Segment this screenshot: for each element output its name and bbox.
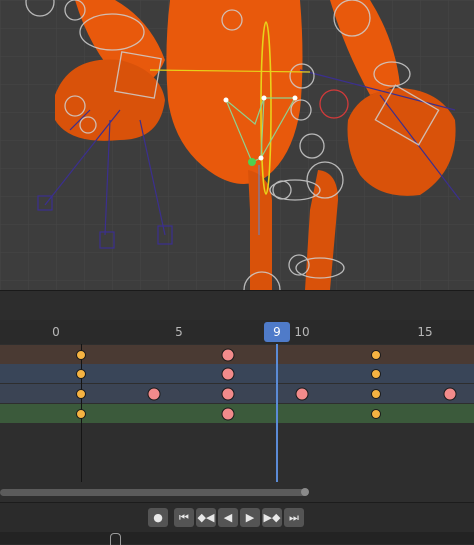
ruler-label: 10 [294,325,310,339]
area-divider[interactable] [0,290,474,321]
scrollbar-handle[interactable] [301,488,309,496]
keyframe[interactable] [147,387,161,401]
keyframe[interactable] [295,387,309,401]
next-keyframe-button[interactable]: ▶◆ [262,508,282,527]
bone-joint[interactable] [258,155,264,161]
keyframe[interactable] [75,409,86,419]
previous-keyframe-button[interactable]: ◆◀ [196,508,216,527]
record-button[interactable]: ● [148,508,168,527]
viewport-scene[interactable] [0,0,474,290]
keyframe[interactable] [221,367,235,381]
keyframe[interactable] [75,350,86,360]
bone-joint[interactable] [292,95,298,101]
ruler-label: 5 [175,325,183,339]
frame-ruler[interactable]: 0 5 10 15 [0,320,474,344]
play-reverse-button[interactable]: ◀ [218,508,238,527]
channel-row[interactable] [0,384,474,403]
mouse-icon [110,533,121,545]
keyframe[interactable] [75,389,86,399]
dope-sheet[interactable]: 0 5 10 15 9 [0,320,474,502]
3d-viewport[interactable] [0,0,474,290]
status-bar [0,532,474,544]
playback-controls: ● ⏮ ◆◀ ◀ ▶ ▶◆ ⏭ [0,502,474,533]
play-reverse-icon: ◀ [223,511,233,524]
keyframe[interactable] [221,407,235,421]
active-bone-joint[interactable] [248,158,256,166]
keyframe[interactable] [370,389,381,399]
jump-to-end-icon: ⏭ [289,511,299,524]
jump-to-start-button[interactable]: ⏮ [174,508,194,527]
keyframe[interactable] [75,369,86,379]
keyframe[interactable] [370,409,381,419]
keyframe[interactable] [370,369,381,379]
bone-joint[interactable] [223,97,229,103]
previous-keyframe-icon: ◆◀ [197,511,215,524]
channel-row[interactable] [0,345,474,364]
channel-row[interactable] [0,404,474,423]
keyframe[interactable] [370,350,381,360]
timeline-scrollbar[interactable] [0,489,308,496]
play-button[interactable]: ▶ [240,508,260,527]
record-icon: ● [153,511,163,524]
next-keyframe-icon: ▶◆ [263,511,281,524]
bone-joint[interactable] [261,95,267,101]
channel-row[interactable] [0,364,474,383]
jump-to-start-icon: ⏮ [179,511,189,524]
keyframe[interactable] [221,348,235,362]
jump-to-end-button[interactable]: ⏭ [284,508,304,527]
play-icon: ▶ [245,511,255,524]
keyframe[interactable] [221,387,235,401]
scene-start-line [81,344,82,502]
ruler-label: 0 [52,325,60,339]
playhead-line[interactable] [276,344,278,502]
ruler-label: 15 [417,325,433,339]
current-frame-indicator[interactable]: 9 [264,322,290,342]
keyframe[interactable] [443,387,457,401]
